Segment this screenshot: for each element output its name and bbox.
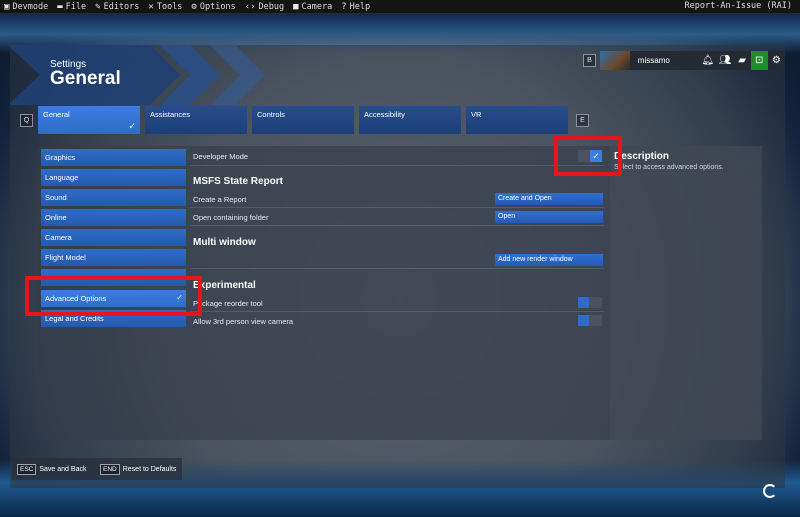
- create-report-label: Create a Report: [193, 195, 247, 204]
- description-text: Select to access advanced options.: [614, 164, 724, 171]
- tab-controls[interactable]: Controls: [252, 106, 354, 134]
- sidebar-item-label: Online: [45, 213, 67, 222]
- sidebar-item-label: Flight Model: [45, 253, 86, 262]
- menu-devmode[interactable]: ▣ Devmode: [4, 2, 48, 12]
- third-person-camera-label: Allow 3rd person view camera: [193, 317, 294, 326]
- store-icon[interactable]: ⊡: [750, 51, 768, 70]
- avatar[interactable]: [600, 51, 630, 70]
- package-reorder-toggle[interactable]: [578, 297, 602, 308]
- open-folder-label: Open containing folder: [193, 213, 269, 222]
- menu-label: Camera: [301, 1, 333, 12]
- menu-options[interactable]: ⚙ Options: [191, 2, 235, 12]
- sidebar-item-label: Language: [45, 173, 79, 182]
- save-and-back-button[interactable]: ESC Save and Back: [17, 461, 86, 477]
- divider: [190, 225, 604, 226]
- key-hint-q: Q: [20, 114, 33, 127]
- sidebar-item-language[interactable]: Language: [41, 169, 186, 186]
- menu-label: Tools: [156, 1, 183, 12]
- menu-tools[interactable]: ✕ Tools: [148, 2, 182, 12]
- divider: [190, 207, 604, 208]
- state-report-heading: MSFS State Report: [193, 176, 284, 187]
- gear-icon: ⚙: [191, 1, 197, 12]
- folder-icon: ▬: [57, 1, 63, 12]
- description-title: Description: [614, 151, 670, 162]
- page-title: General: [50, 68, 121, 89]
- package-reorder-label: Package reorder tool: [193, 299, 263, 308]
- help-icon: ?: [341, 1, 347, 12]
- divider: [190, 165, 604, 166]
- reset-to-defaults-label: Reset to Defaults: [122, 465, 177, 473]
- friends-icon[interactable]: 👥︎: [716, 51, 733, 70]
- menu-label: Editors: [103, 1, 140, 12]
- description-panel: [610, 146, 762, 440]
- key-hint-b: B: [583, 54, 596, 67]
- toggle-knob: [578, 297, 589, 308]
- tab-label: VR: [471, 110, 482, 119]
- menu-editors[interactable]: ✎ Editors: [95, 2, 139, 12]
- username: missamo: [637, 56, 670, 65]
- tab-label: Accessibility: [364, 110, 405, 119]
- menu-help[interactable]: ? Help: [341, 2, 370, 12]
- tab-accessibility[interactable]: Accessibility: [359, 106, 461, 134]
- developer-mode-label: Developer Mode: [193, 152, 249, 161]
- reset-to-defaults-button[interactable]: END Reset to Defaults: [100, 461, 176, 477]
- sidebar-item-flight-model[interactable]: Flight Model: [41, 249, 186, 266]
- code-icon: ‹›: [244, 1, 256, 12]
- open-folder-button[interactable]: Open: [495, 211, 603, 223]
- key-hint-e: E: [576, 114, 589, 127]
- divider: [190, 311, 604, 312]
- menu-debug[interactable]: ‹› Debug: [245, 2, 284, 12]
- tab-general[interactable]: General ✓: [38, 106, 140, 134]
- tab-label: General: [43, 110, 70, 119]
- toggle-knob: [578, 315, 589, 326]
- menu-label: File: [65, 1, 87, 12]
- report-an-issue-link[interactable]: Report-An-Issue (RAI): [685, 1, 792, 11]
- loading-spinner-icon: [763, 484, 777, 498]
- chat-icon[interactable]: ▰: [734, 51, 751, 70]
- tab-label: Controls: [257, 110, 285, 119]
- devmode-icon: ▣: [4, 1, 10, 12]
- tools-icon: ✕: [148, 1, 154, 12]
- gear-icon[interactable]: ⚙: [768, 51, 785, 70]
- third-person-camera-toggle[interactable]: [578, 315, 602, 326]
- sidebar-item-camera[interactable]: Camera: [41, 229, 186, 246]
- multi-window-heading: Multi window: [193, 237, 256, 248]
- save-and-back-label: Save and Back: [39, 465, 87, 473]
- key-hint-end: END: [100, 463, 120, 475]
- create-and-open-button[interactable]: Create and Open: [495, 193, 603, 205]
- sidebar-item-online[interactable]: Online: [41, 209, 186, 226]
- experimental-heading: Experimental: [193, 280, 256, 291]
- user-bar: missamo 🔔︎ 👥︎ ▰ ⊡ ⚙: [600, 51, 785, 70]
- highlight-box-developer-mode: [554, 136, 622, 176]
- highlight-box-advanced-options: [25, 276, 202, 316]
- sidebar-item-label: Camera: [45, 233, 72, 242]
- camera-icon: ■: [293, 1, 299, 12]
- sidebar-item-graphics[interactable]: Graphics: [41, 149, 186, 166]
- tab-label: Assistances: [150, 110, 191, 119]
- sidebar-item-label: Sound: [45, 193, 67, 202]
- sidebar-item-sound[interactable]: Sound: [41, 189, 186, 206]
- key-hint-esc: ESC: [17, 463, 37, 475]
- add-render-window-button[interactable]: Add new render window: [495, 254, 603, 266]
- menu-label: Help: [349, 1, 371, 12]
- tab-vr[interactable]: VR: [466, 106, 568, 134]
- menu-label: Debug: [258, 1, 285, 12]
- devmode-menubar: ▣ Devmode ▬ File ✎ Editors ✕ Tools ⚙ Options …: [0, 0, 800, 14]
- bell-icon[interactable]: 🔔︎: [699, 51, 716, 70]
- menu-camera[interactable]: ■ Camera: [293, 2, 332, 12]
- check-icon: ✓: [128, 121, 136, 131]
- menu-file[interactable]: ▬ File: [57, 2, 86, 12]
- menu-label: Devmode: [12, 1, 49, 12]
- divider: [190, 268, 604, 269]
- pencil-icon: ✎: [95, 1, 101, 12]
- sidebar-item-label: Graphics: [45, 153, 76, 162]
- tab-assistances[interactable]: Assistances: [145, 106, 247, 134]
- menu-label: Options: [199, 1, 236, 12]
